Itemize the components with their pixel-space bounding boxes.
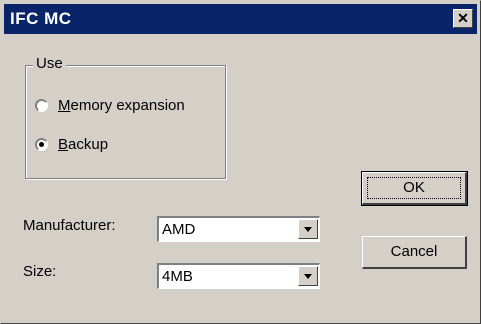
radio-label-memory-expansion: Memory expansion	[58, 96, 185, 114]
cancel-button[interactable]: Cancel	[362, 236, 467, 269]
radio-button-backup[interactable]	[35, 137, 48, 151]
manufacturer-label: Manufacturer:	[23, 217, 116, 234]
manufacturer-dropdown-button[interactable]	[298, 219, 318, 239]
manufacturer-value: AMD	[162, 221, 196, 238]
radio-backup[interactable]: Backup	[35, 133, 108, 155]
radio-label-backup: Backup	[58, 135, 109, 153]
size-dropdown-button[interactable]	[298, 266, 318, 286]
close-button[interactable]: ✕	[453, 9, 473, 28]
use-groupbox	[25, 65, 226, 179]
dialog-window: IFC MC ✕ Use Memory expansion Backup Man…	[0, 0, 481, 324]
radio-memory-expansion[interactable]: Memory expansion	[35, 94, 185, 116]
use-group-label: Use	[33, 55, 66, 72]
close-icon: ✕	[457, 10, 469, 26]
radio-button-memory-expansion[interactable]	[35, 98, 48, 112]
cancel-button-label: Cancel	[390, 243, 438, 260]
title-bar[interactable]: IFC MC ✕	[4, 4, 477, 34]
chevron-down-icon	[304, 227, 312, 232]
ok-button[interactable]: OK	[361, 171, 468, 206]
chevron-down-icon	[304, 274, 312, 279]
size-value: 4MB	[162, 268, 193, 285]
size-select[interactable]: 4MB	[157, 263, 320, 289]
window-title: IFC MC	[10, 9, 72, 28]
size-label: Size:	[23, 263, 57, 280]
manufacturer-select[interactable]: AMD	[157, 216, 320, 242]
ok-button-label: OK	[403, 179, 425, 196]
